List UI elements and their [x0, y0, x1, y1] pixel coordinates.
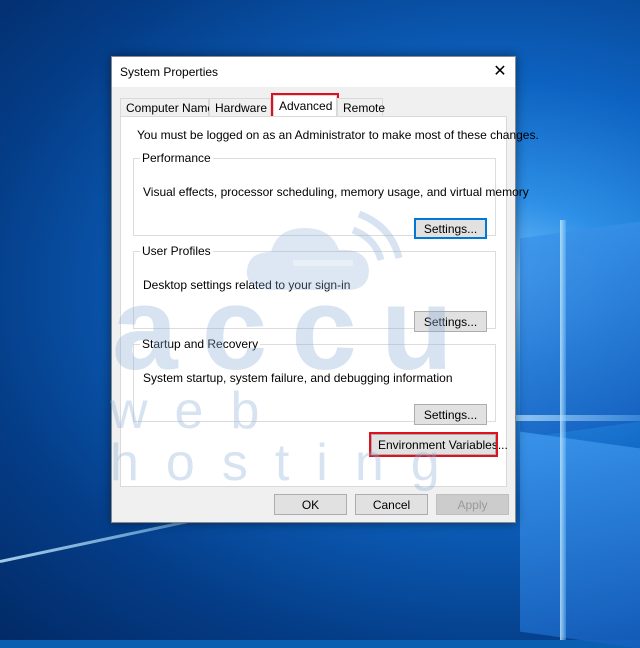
- environment-variables-button[interactable]: Environment Variables...: [369, 432, 508, 457]
- admin-note: You must be logged on as an Administrato…: [137, 128, 539, 142]
- startup-recovery-title: Startup and Recovery: [142, 337, 259, 351]
- startup-recovery-group: Startup and Recovery System startup, sys…: [133, 337, 496, 425]
- ok-button[interactable]: OK: [274, 494, 347, 515]
- tab-computer-name[interactable]: Computer Name: [120, 98, 214, 116]
- tab-remote[interactable]: Remote: [337, 98, 385, 116]
- wallpaper-pane: [520, 221, 640, 439]
- tab-hardware[interactable]: Hardware: [209, 98, 271, 116]
- advanced-tab-panel: You must be logged on as an Administrato…: [120, 116, 539, 487]
- wallpaper-pane: [520, 431, 640, 648]
- performance-title: Performance: [142, 151, 211, 165]
- title-bar[interactable]: System Properties ✕: [112, 57, 515, 87]
- cancel-button[interactable]: Cancel: [355, 494, 428, 515]
- startup-recovery-settings-button[interactable]: Settings...: [414, 404, 487, 425]
- performance-description: Visual effects, processor scheduling, me…: [143, 185, 529, 199]
- apply-button[interactable]: Apply: [436, 494, 509, 515]
- cloud-wifi-icon: [246, 210, 403, 290]
- performance-settings-button[interactable]: Settings...: [414, 218, 487, 239]
- startup-recovery-description: System startup, system failure, and debu…: [143, 371, 453, 385]
- dialog-title: System Properties: [120, 65, 219, 79]
- wallpaper-light-beam: [560, 220, 566, 640]
- tab-advanced[interactable]: Advanced: [271, 93, 339, 119]
- close-icon[interactable]: ✕: [485, 57, 515, 87]
- user-profiles-title: User Profiles: [142, 244, 211, 258]
- user-profiles-settings-button[interactable]: Settings...: [414, 311, 487, 332]
